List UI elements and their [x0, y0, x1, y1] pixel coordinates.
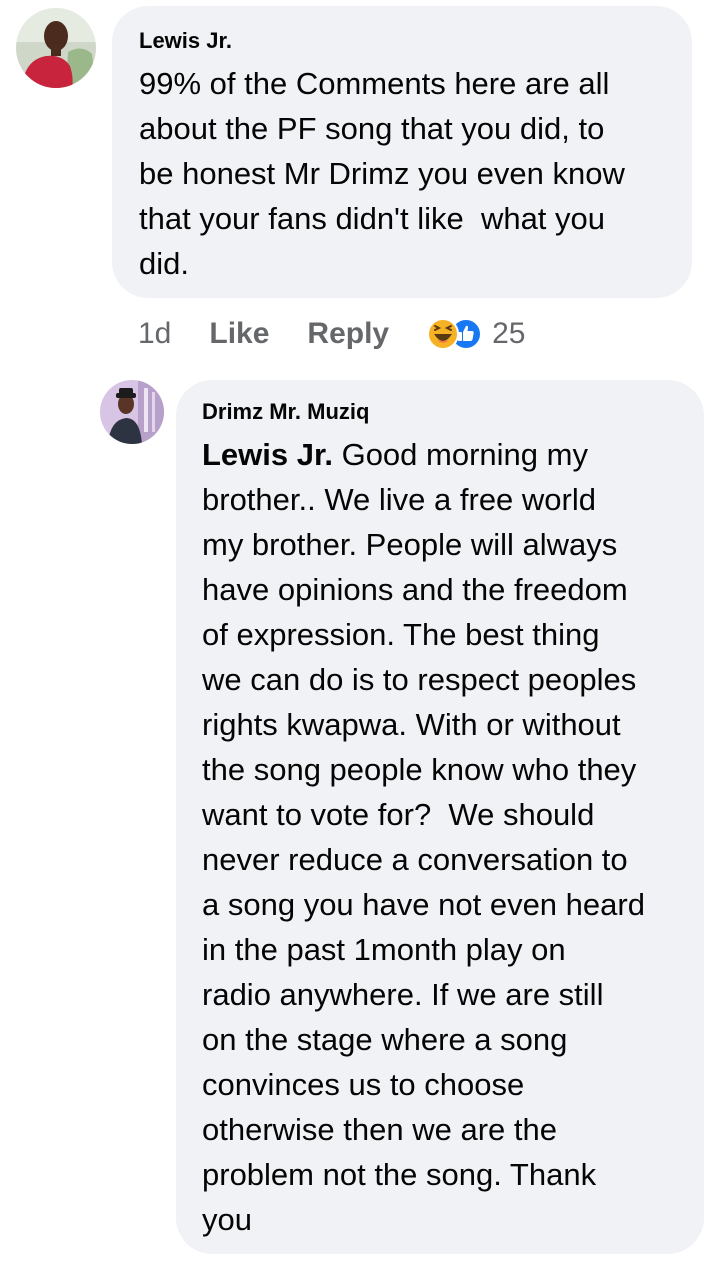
comment-text: 99% of the Comments here are all about t… [139, 66, 625, 281]
comment-bubble: Lewis Jr. 99% of the Comments here are a… [112, 6, 692, 298]
haha-icon [427, 318, 460, 350]
reaction-count: 25 [492, 317, 526, 350]
mention-tag[interactable]: Lewis Jr. [202, 437, 333, 472]
like-button[interactable]: Like [209, 317, 269, 351]
reply-bubble: Drimz Mr. Muziq Lewis Jr. Good morning m… [176, 380, 704, 1254]
avatar[interactable] [100, 380, 164, 444]
reply-text: Lewis Jr. Good morning my brother.. We l… [202, 432, 684, 1242]
reply-text-body: brother.. We live a free world my brothe… [202, 482, 645, 1237]
reply-author[interactable]: Drimz Mr. Muziq [202, 399, 684, 425]
comment-timestamp[interactable]: 1d [138, 317, 171, 351]
avatar[interactable] [16, 8, 96, 88]
reactions-summary[interactable]: 25 [427, 317, 525, 351]
reply-text-first-line: Good morning my [332, 437, 588, 472]
comment-actions: 1d Like Reply 25 [138, 312, 525, 356]
reply-button[interactable]: Reply [307, 317, 389, 351]
comment-author[interactable]: Lewis Jr. [139, 28, 668, 54]
